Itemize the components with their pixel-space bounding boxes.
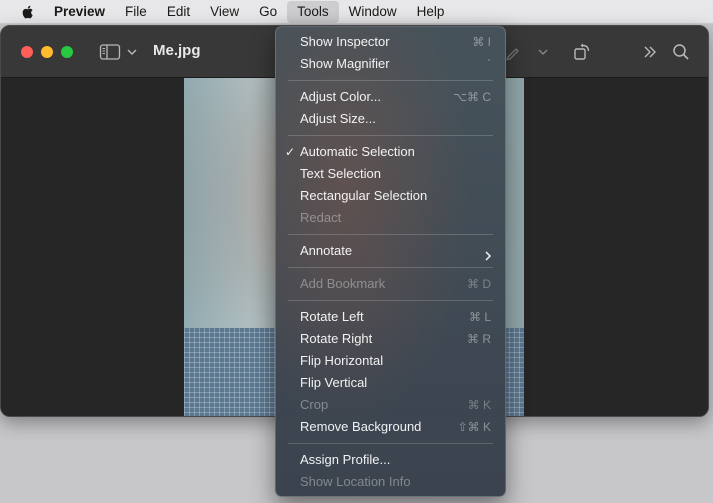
menu-item-label: Show Magnifier — [300, 56, 390, 71]
menu-item-label: Crop — [300, 397, 329, 412]
menu-edit[interactable]: Edit — [157, 0, 200, 24]
menu-go[interactable]: Go — [249, 0, 287, 24]
menu-item-adjust-color[interactable]: Adjust Color... ⌥⌘ C — [276, 86, 505, 108]
menu-item-shortcut: ⌘ D — [467, 277, 491, 291]
menu-item-rotate-left[interactable]: Rotate Left ⌘ L — [276, 306, 505, 328]
menu-bar: Preview File Edit View Go Tools Window H… — [0, 0, 713, 24]
menu-separator — [288, 80, 493, 81]
apple-icon[interactable] — [16, 4, 40, 20]
menu-item-shortcut: ⌘ K — [467, 398, 491, 412]
menu-item-flip-vertical[interactable]: Flip Vertical — [276, 372, 505, 394]
menu-item-rectangular-selection[interactable]: Rectangular Selection — [276, 185, 505, 207]
menu-help[interactable]: Help — [407, 0, 455, 24]
menu-item-shortcut: ⌘ I — [472, 35, 491, 49]
menu-item-label: Flip Vertical — [300, 375, 368, 390]
chevron-right-icon — [483, 246, 493, 261]
menu-item-adjust-size[interactable]: Adjust Size... — [276, 108, 505, 130]
menu-item-label: Rectangular Selection — [300, 188, 428, 203]
menu-item-show-inspector[interactable]: Show Inspector ⌘ I — [276, 31, 505, 53]
document-title: Me.jpg — [153, 42, 201, 59]
menu-item-show-location-info: Show Location Info — [276, 471, 505, 493]
menu-item-label: Show Location Info — [300, 474, 411, 489]
menu-view[interactable]: View — [200, 0, 249, 24]
rotate-icon[interactable] — [570, 40, 594, 64]
close-button[interactable] — [21, 46, 33, 58]
menu-item-show-magnifier[interactable]: Show Magnifier ` — [276, 53, 505, 75]
menu-separator — [288, 234, 493, 235]
menu-item-shortcut: ⌘ R — [467, 332, 491, 346]
minimize-button[interactable] — [41, 46, 53, 58]
menu-item-shortcut: ⌘ L — [468, 310, 491, 324]
menu-item-label: Text Selection — [300, 166, 381, 181]
menu-separator — [288, 300, 493, 301]
menu-item-remove-background[interactable]: Remove Background ⇧⌘ K — [276, 416, 505, 438]
menu-item-assign-profile[interactable]: Assign Profile... — [276, 449, 505, 471]
menu-item-label: Add Bookmark — [300, 276, 386, 291]
menu-item-rotate-right[interactable]: Rotate Right ⌘ R — [276, 328, 505, 350]
menu-item-label: Rotate Right — [300, 331, 373, 346]
desktop: Preview File Edit View Go Tools Window H… — [0, 0, 713, 503]
menu-item-label: Rotate Left — [300, 309, 364, 324]
menu-separator — [288, 135, 493, 136]
menu-item-label: Automatic Selection — [300, 144, 415, 159]
menu-separator — [288, 267, 493, 268]
menu-item-label: Flip Horizontal — [300, 353, 384, 368]
menu-tools[interactable]: Tools — [287, 0, 339, 23]
menu-item-automatic-selection[interactable]: ✓ Automatic Selection — [276, 141, 505, 163]
sidebar-toggle-button[interactable] — [99, 41, 143, 63]
tools-dropdown-menu: Show Inspector ⌘ I Show Magnifier ` Adju… — [275, 26, 506, 497]
menu-item-add-bookmark: Add Bookmark ⌘ D — [276, 273, 505, 295]
markup-menu-chevron-icon[interactable] — [531, 40, 555, 64]
menu-item-label: Show Inspector — [300, 34, 390, 49]
menu-separator — [288, 443, 493, 444]
zoom-button[interactable] — [61, 46, 73, 58]
menu-item-label: Redact — [300, 210, 342, 225]
more-icon[interactable] — [638, 40, 662, 64]
menu-item-annotate[interactable]: Annotate — [276, 240, 505, 262]
chevron-down-icon — [127, 48, 137, 56]
menu-window[interactable]: Window — [339, 0, 407, 24]
menu-file[interactable]: File — [115, 0, 157, 24]
menu-item-text-selection[interactable]: Text Selection — [276, 163, 505, 185]
menu-item-label: Remove Background — [300, 419, 422, 434]
menu-app-preview[interactable]: Preview — [48, 0, 115, 24]
checkmark-icon: ✓ — [284, 145, 296, 159]
search-icon[interactable] — [669, 40, 693, 64]
menu-item-label: Assign Profile... — [300, 452, 391, 467]
menu-item-shortcut: ` — [487, 57, 491, 71]
menu-item-shortcut: ⇧⌘ K — [457, 420, 491, 434]
menu-item-redact: Redact — [276, 207, 505, 229]
sidebar-icon — [99, 43, 121, 61]
menu-item-label: Adjust Size... — [300, 111, 376, 126]
menu-item-shortcut: ⌥⌘ C — [453, 90, 491, 104]
menu-item-label: Adjust Color... — [300, 89, 381, 104]
menu-item-crop: Crop ⌘ K — [276, 394, 505, 416]
menu-item-flip-horizontal[interactable]: Flip Horizontal — [276, 350, 505, 372]
menu-item-label: Annotate — [300, 243, 353, 258]
